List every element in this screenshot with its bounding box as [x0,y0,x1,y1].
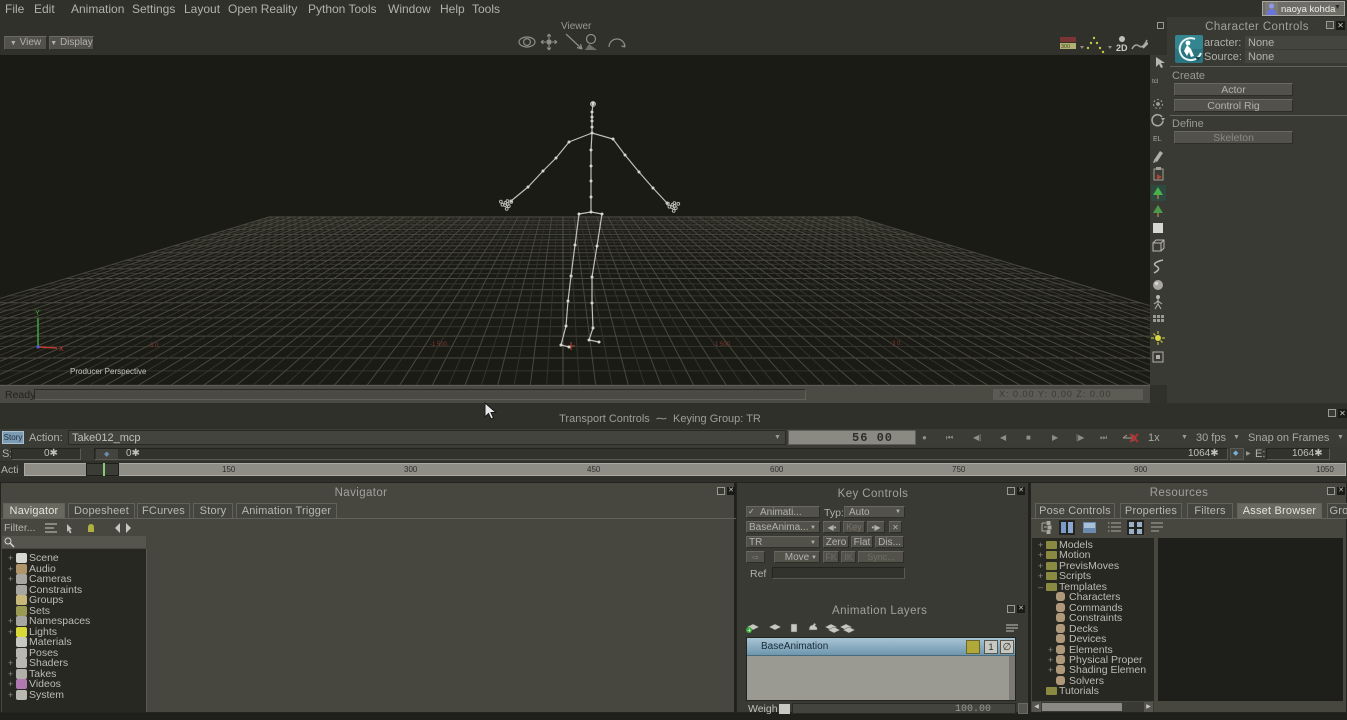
svg-text:X: X [59,346,64,353]
svg-text:Y: Y [35,310,40,317]
svg-text:Producer Perspective: Producer Perspective [70,367,147,376]
svg-text:-1 500.: -1 500. [430,342,449,348]
svg-text:tcl: tcl [1152,78,1159,85]
svg-text:2D: 2D [1116,43,1128,53]
svg-text:-3 0.: -3 0. [890,341,902,347]
svg-text:-1 500.: -1 500. [713,342,732,348]
svg-text:+: + [747,627,751,634]
svg-text:EL: EL [1153,136,1162,143]
svg-text:-3 0.: -3 0. [148,343,160,349]
svg-text:300: 300 [1061,44,1070,50]
